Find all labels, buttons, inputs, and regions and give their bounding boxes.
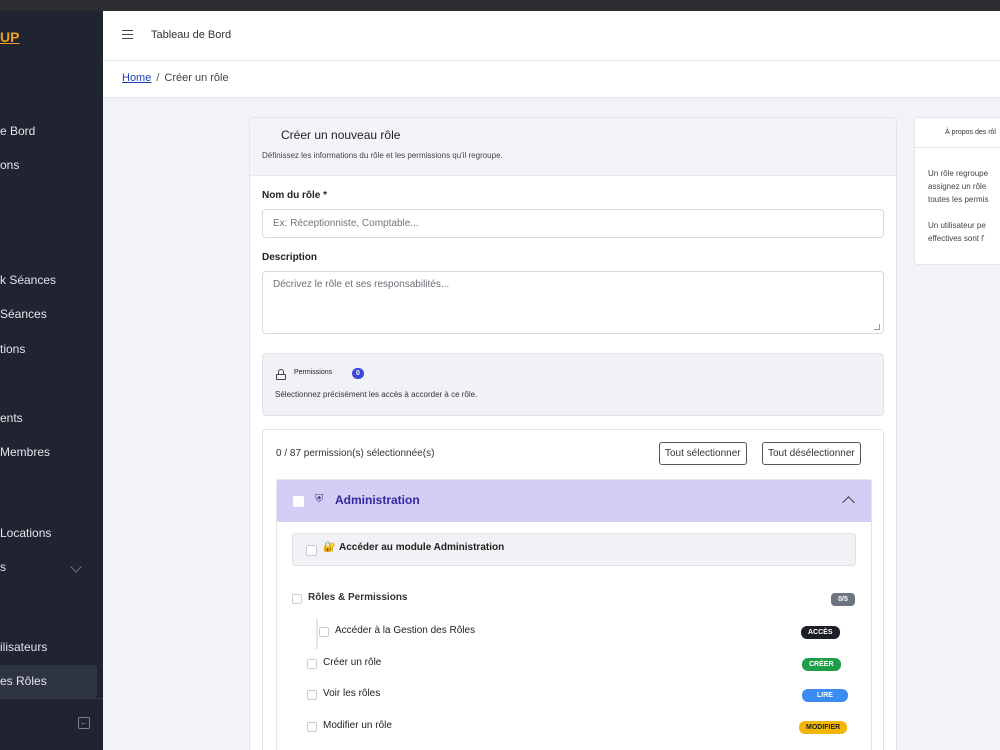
breadcrumb-current: Créer un rôle	[164, 72, 229, 84]
about-text-line: effectives sont l'	[928, 234, 985, 243]
breadcrumb-separator: /	[156, 72, 160, 84]
app-logo[interactable]: UP	[0, 29, 19, 45]
page-title: Créer un nouveau rôle	[281, 128, 401, 142]
about-text-line: toutes les permis	[928, 195, 989, 204]
role-name-label: Nom du rôle *	[262, 190, 328, 201]
group-title: Rôles & Permissions	[308, 592, 408, 603]
module-access-checkbox[interactable]	[306, 545, 317, 556]
selection-count: 0 / 87 permission(s) sélectionnée(s)	[276, 448, 435, 459]
sidebar-item-seances[interactable]: Séances	[0, 307, 47, 321]
top-header: Tableau de Bord	[103, 11, 1000, 61]
module-checkbox[interactable]	[293, 496, 304, 507]
page-subtitle: Définissez les informations du rôle et l…	[262, 151, 503, 160]
lock-icon	[276, 369, 286, 380]
permission-tag-modify: MODIFIER	[799, 721, 848, 734]
module-administration: ⛨ Administration 🔐 Accéder au module Adm…	[276, 479, 872, 750]
resize-handle-icon[interactable]	[874, 324, 880, 330]
permission-row[interactable]: Modifier un rôle MODIFIER	[307, 718, 848, 736]
about-text-line: Un utilisateur pe	[928, 221, 986, 230]
window-top-strip	[0, 0, 1000, 11]
permissions-list: 0 / 87 permission(s) sélectionnée(s) Tou…	[262, 429, 884, 750]
description-textarea[interactable]: Décrivez le rôle et ses responsabilités.…	[262, 271, 884, 334]
sidebar-item-members[interactable]: Membres	[0, 445, 50, 459]
group-checkbox[interactable]	[292, 594, 302, 604]
group-roles-permissions[interactable]: Rôles & Permissions 0/5	[292, 591, 856, 609]
deselect-all-button[interactable]: Tout désélectionner	[762, 442, 861, 465]
description-placeholder: Décrivez le rôle et ses responsabilités.…	[273, 279, 450, 290]
permission-label: Accéder à la Gestion des Rôles	[335, 625, 476, 636]
permission-checkbox[interactable]	[307, 659, 317, 669]
about-title: À propos des rôl	[945, 129, 996, 136]
header-title: Tableau de Bord	[151, 29, 232, 41]
sidebar-item-pack-seances[interactable]: k Séances	[0, 273, 56, 287]
module-access-label: Accéder au module Administration	[339, 542, 505, 553]
sidebar-divider	[0, 698, 103, 699]
permission-row[interactable]: Créer un rôle CRÉER	[307, 655, 841, 673]
key-lock-icon: 🔐	[323, 542, 336, 553]
sidebar-item-sessions[interactable]: ons	[0, 158, 19, 172]
permission-label: Modifier un rôle	[323, 720, 392, 731]
card-header: Créer un nouveau rôle Définissez les inf…	[250, 118, 896, 176]
sidebar-item-reservations[interactable]: tions	[0, 342, 25, 356]
collapse-sidebar-icon[interactable]: ←	[78, 717, 90, 729]
permissions-title: Permissions	[294, 369, 333, 376]
select-all-button[interactable]: Tout sélectionner	[659, 442, 747, 465]
permission-label: Voir les rôles	[323, 688, 381, 699]
permissions-subtitle: Sélectionnez précisément les accès à acc…	[275, 390, 478, 399]
about-text-line: Un rôle regroupe	[928, 169, 989, 178]
about-text-line: assignez un rôle	[928, 182, 987, 191]
breadcrumb-home-link[interactable]: Home	[122, 72, 151, 84]
about-header: À propos des rôl	[915, 118, 1000, 148]
chevron-down-icon[interactable]	[70, 561, 82, 573]
create-role-card: Créer un nouveau rôle Définissez les inf…	[249, 117, 897, 750]
sidebar-item-payments[interactable]: ents	[0, 411, 23, 425]
module-header[interactable]: ⛨ Administration	[277, 480, 871, 522]
module-access-row[interactable]: 🔐 Accéder au module Administration	[292, 533, 856, 566]
permission-checkbox[interactable]	[307, 690, 317, 700]
permission-checkbox[interactable]	[307, 722, 317, 732]
role-name-input[interactable]	[262, 209, 884, 238]
hamburger-menu-icon[interactable]	[122, 30, 133, 40]
sidebar-item-users[interactable]: ilisateurs	[0, 640, 47, 654]
shield-icon: ⛨	[315, 493, 324, 505]
permission-tag-access: ACCÈS	[801, 626, 840, 639]
chevron-up-icon[interactable]	[842, 496, 855, 509]
permission-tag-create: CRÉER	[802, 658, 841, 671]
permissions-count-badge: 0	[352, 368, 364, 379]
sidebar-item-dashboard[interactable]: e Bord	[0, 124, 35, 138]
description-label: Description	[262, 252, 318, 263]
sidebar: UP e Bord ons k Séances Séances tions en…	[0, 11, 103, 750]
permission-label: Créer un rôle	[323, 657, 382, 668]
permission-row[interactable]: Accéder à la Gestion des Rôles ACCÈS	[319, 623, 852, 641]
permission-checkbox[interactable]	[319, 627, 329, 637]
permission-row[interactable]: Voir les rôles LIRE	[307, 686, 848, 704]
sidebar-item-locations[interactable]: Locations	[0, 526, 51, 540]
permission-tag-read: LIRE	[802, 689, 848, 702]
breadcrumb: Home / Créer un rôle	[122, 72, 229, 84]
module-title: Administration	[335, 493, 420, 507]
sidebar-item-roles[interactable]: es Rôles	[0, 665, 97, 699]
about-roles-card: À propos des rôl Un rôle regroupe assign…	[914, 117, 1000, 265]
sidebar-item-submenu[interactable]: s	[0, 560, 6, 574]
group-indent-line	[316, 619, 318, 649]
breadcrumb-bar: Home / Créer un rôle	[103, 61, 1000, 98]
group-count-badge: 0/5	[831, 593, 855, 606]
permissions-header-box: Permissions 0 Sélectionnez précisément l…	[262, 353, 884, 416]
